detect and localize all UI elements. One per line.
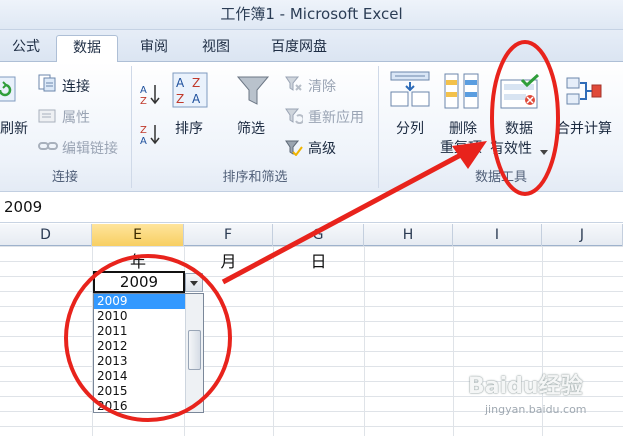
properties-icon	[38, 108, 56, 124]
tab-formulas[interactable]: 公式	[0, 35, 52, 62]
svg-text:A: A	[192, 92, 201, 106]
svg-text:Z: Z	[176, 92, 184, 106]
consolidate-icon	[566, 74, 602, 110]
data-validation-button[interactable]: 数据	[505, 118, 533, 138]
reapply-button[interactable]: 重新应用	[308, 107, 364, 127]
chevron-down-icon[interactable]	[540, 145, 548, 155]
column-header-g[interactable]: G	[273, 224, 364, 246]
sort-z-a-icon: ZA	[138, 122, 162, 147]
group-label-sort-filter: 排序和筛选	[222, 170, 288, 185]
list-item[interactable]: 2009	[94, 294, 186, 309]
column-header-e[interactable]: E	[92, 224, 184, 246]
group-label-data-tools: 数据工具	[474, 170, 527, 185]
cell-e-year-header[interactable]: 年	[92, 248, 184, 272]
group-label-connections: 连接	[51, 170, 78, 185]
column-header-j[interactable]: J	[542, 224, 623, 246]
svg-text:Z: Z	[140, 125, 147, 136]
list-item[interactable]: 2014	[94, 369, 186, 384]
title-bar: 工作簿1 - Microsoft Excel	[0, 0, 623, 30]
window-title: 工作簿1 - Microsoft Excel	[220, 5, 403, 23]
gridline	[364, 246, 365, 436]
svg-text:A: A	[140, 136, 147, 146]
formula-bar[interactable]: 2009	[0, 193, 623, 223]
column-header-d[interactable]: D	[0, 224, 92, 246]
tab-view[interactable]: 视图	[188, 35, 244, 62]
sort-a-z-icon: AZ	[138, 82, 162, 107]
scrollbar-thumb[interactable]	[188, 330, 201, 370]
baidu-watermark-logo: Baidu经验	[468, 374, 583, 399]
sort-button[interactable]: 排序	[175, 118, 203, 138]
column-headers: D E F G H I J	[0, 224, 623, 246]
filter-icon	[236, 74, 270, 108]
consolidate-button[interactable]: 合并计算	[556, 118, 612, 138]
clear-button[interactable]: 清除	[308, 76, 336, 96]
active-cell[interactable]: 2009	[93, 271, 185, 293]
advanced-button[interactable]: 高级	[308, 138, 336, 158]
remove-duplicates-icon	[444, 72, 480, 110]
svg-text:Z: Z	[140, 96, 147, 106]
cell-f-month-header[interactable]: 月	[184, 248, 273, 272]
gridline	[453, 246, 454, 436]
gridline	[273, 246, 274, 436]
sort-icon: AZZA	[172, 72, 208, 108]
remove-duplicates-button[interactable]: 删除	[449, 118, 477, 138]
data-validation-icon	[500, 73, 540, 110]
refresh-icon	[0, 76, 16, 102]
tab-data[interactable]: 数据	[56, 35, 118, 63]
text-to-columns-button[interactable]: 分列	[396, 118, 424, 138]
list-item[interactable]: 2012	[94, 339, 186, 354]
list-item[interactable]: 2015	[94, 384, 186, 399]
validation-dropdown-list[interactable]: 2009 2010 2011 2012 2013 2014 2015 2016	[93, 293, 204, 413]
edit-links-icon	[38, 140, 58, 152]
formula-bar-value[interactable]: 2009	[4, 198, 42, 216]
connections-button[interactable]: 连接	[62, 76, 90, 96]
column-header-h[interactable]: H	[364, 224, 453, 246]
clear-filter-icon	[285, 76, 303, 92]
column-header-i[interactable]: I	[453, 224, 542, 246]
list-item[interactable]: 2011	[94, 324, 186, 339]
cell-g-day-header[interactable]: 日	[273, 248, 364, 272]
properties-button[interactable]: 属性	[62, 107, 90, 127]
refresh-all-button[interactable]: 刷新	[0, 118, 28, 138]
advanced-filter-icon	[285, 140, 303, 157]
reapply-icon	[285, 108, 305, 125]
tab-review[interactable]: 审阅	[126, 35, 182, 62]
data-validation-label-line2: 有效性	[490, 141, 532, 157]
text-to-columns-icon	[390, 70, 430, 110]
list-item[interactable]: 2010	[94, 309, 186, 324]
ribbon: 刷新 连接 属性 编辑链接 连接 AZ ZA AZZA 排序 筛选 清除 重新应…	[0, 62, 623, 192]
filter-button[interactable]: 筛选	[237, 118, 265, 138]
svg-text:A: A	[140, 85, 147, 96]
svg-text:Z: Z	[192, 76, 200, 90]
dropdown-scrollbar[interactable]	[185, 294, 203, 412]
baidu-watermark-url: jingyan.baidu.com	[485, 403, 587, 416]
list-item[interactable]: 2016	[94, 399, 186, 412]
column-header-f[interactable]: F	[184, 224, 273, 246]
list-item[interactable]: 2013	[94, 354, 186, 369]
tab-baidu-netdisk[interactable]: 百度网盘	[254, 35, 344, 62]
remove-duplicates-label-line2: 重复项	[440, 140, 482, 156]
connections-icon	[38, 74, 56, 92]
ribbon-tab-row: 公式 数据 审阅 视图 百度网盘	[0, 30, 623, 63]
svg-text:A: A	[176, 76, 185, 90]
dropdown-arrow-button[interactable]	[185, 273, 203, 292]
edit-links-button[interactable]: 编辑链接	[62, 138, 118, 158]
